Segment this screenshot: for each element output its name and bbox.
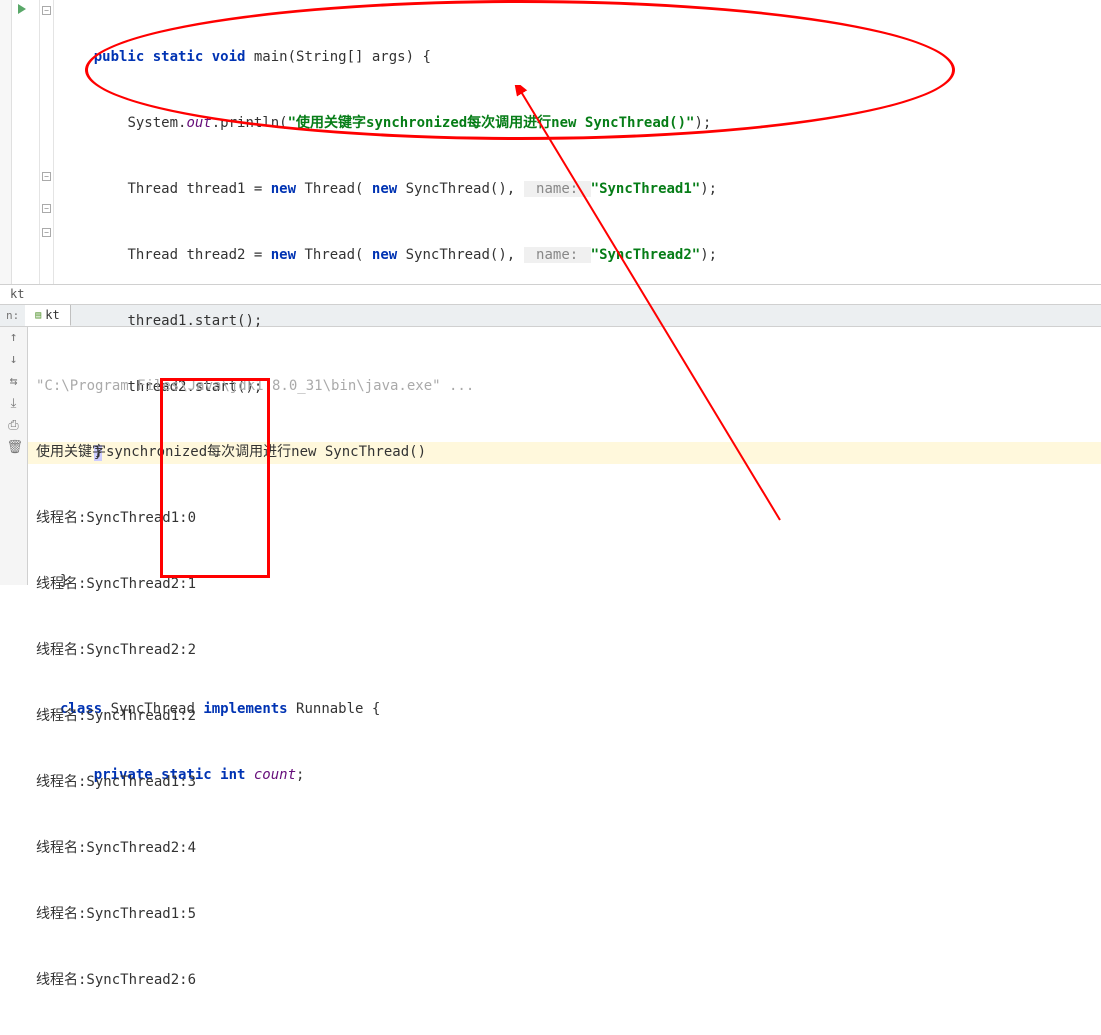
string-literal: "SyncThread1" [591,181,701,197]
wrap-icon[interactable]: ⇆ [7,375,21,389]
trash-icon[interactable]: 🗑 [7,441,21,455]
breadcrumb-item[interactable]: kt [10,287,24,301]
keyword: new [271,181,296,197]
console-line: 线程名:SyncThread1:3 [36,771,1093,793]
console-line: 线程名:SyncThread1:5 [36,903,1093,925]
parameter-hint: name: [524,181,591,197]
parameter-hint: name: [524,247,591,263]
up-icon[interactable]: ↑ [7,331,21,345]
keyword: new [271,247,296,263]
fold-minus-icon[interactable]: − [42,6,51,15]
code-text: System. [127,115,186,131]
string-literal: "使用关键字synchronized每次调用进行new SyncThread()… [288,115,695,131]
fold-minus-icon[interactable]: − [42,172,51,181]
code-text: Thread thread1 = [127,181,270,197]
tab-panel-label: n: [0,309,25,322]
tab-label: kt [45,308,59,322]
code-text: Thread thread2 = [127,247,270,263]
code-text: ); [700,247,717,263]
code-text: ); [700,181,717,197]
string-literal: "SyncThread2" [591,247,701,263]
code-editor[interactable]: − − − − public static void main(String[]… [0,0,1101,285]
console-line: 线程名:SyncThread2:6 [36,969,1093,991]
console-line: 线程名:SyncThread2:4 [36,837,1093,859]
run-config-icon: ▤ [35,310,41,321]
code-text: SyncThread(), [397,247,523,263]
console-line: 线程名:SyncThread1:0 [36,507,1093,529]
code-text: SyncThread(), [397,181,523,197]
keyword: public static void [94,49,246,65]
code-text: Thread( [296,181,372,197]
console-line: 使用关键字synchronized每次调用进行new SyncThread() [36,441,1093,463]
code-text: main(String[] args) { [245,49,430,65]
fold-gutter[interactable]: − − − − [40,0,54,284]
code-text: ); [694,115,711,131]
code-pane[interactable]: public static void main(String[] args) {… [54,0,1101,284]
down-icon[interactable]: ↓ [7,353,21,367]
code-text: out [186,115,211,131]
fold-minus-icon[interactable]: − [42,228,51,237]
scroll-icon[interactable]: ⤓ [7,397,21,411]
code-text: .println( [212,115,288,131]
console-line: 线程名:SyncThread2:2 [36,639,1093,661]
code-text: Thread( [296,247,372,263]
console-toolbar: ↑ ↓ ⇆ ⤓ ⎙ 🗑 [0,327,28,585]
console-output[interactable]: "C:\Program Files\Java\jdk1.8.0_31\bin\j… [28,327,1101,585]
gutter-margin [0,0,12,284]
keyword: new [372,181,397,197]
keyword: new [372,247,397,263]
print-icon[interactable]: ⎙ [7,419,21,433]
console-command: "C:\Program Files\Java\jdk1.8.0_31\bin\j… [36,375,1093,397]
console-panel: ↑ ↓ ⇆ ⤓ ⎙ 🗑 "C:\Program Files\Java\jdk1.… [0,327,1101,585]
fold-minus-icon[interactable]: − [42,204,51,213]
console-line: 线程名:SyncThread1:2 [36,705,1093,727]
console-line: 线程名:SyncThread2:1 [36,573,1093,595]
run-icon[interactable] [18,4,26,14]
gutter-icons[interactable] [12,0,40,284]
